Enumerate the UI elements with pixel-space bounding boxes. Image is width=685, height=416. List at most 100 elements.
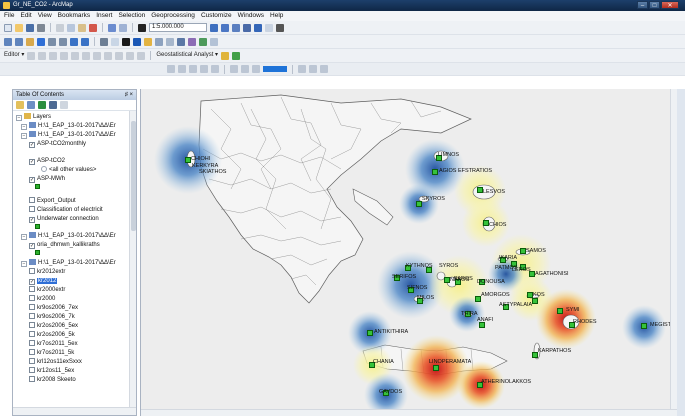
toc-vertical-scrollbar[interactable] <box>129 111 136 407</box>
find-route-icon[interactable] <box>188 37 196 46</box>
collapse-icon[interactable]: − <box>21 133 27 139</box>
menu-customize[interactable]: Customize <box>201 11 232 21</box>
copy-icon[interactable] <box>67 23 75 32</box>
menu-insert[interactable]: Insert <box>96 11 112 21</box>
editor-toolbar-icon[interactable] <box>210 23 218 32</box>
maximize-button[interactable]: □ <box>649 1 660 9</box>
layer-visibility-checkbox[interactable]: ✓ <box>29 142 35 148</box>
search-window-icon[interactable] <box>243 23 251 32</box>
layer-visibility-checkbox[interactable] <box>29 331 35 337</box>
layer-visibility-checkbox[interactable] <box>29 349 35 355</box>
toc-group-row[interactable]: − H:\1_EAP_13-01-2017\ΔΔ\Er <box>21 232 116 240</box>
attributes-icon[interactable] <box>115 51 124 60</box>
arctoolbox-icon[interactable] <box>254 23 262 32</box>
python-window-icon[interactable] <box>265 23 273 32</box>
layer-visibility-checkbox[interactable]: ✓ <box>29 159 35 165</box>
clear-selection-icon[interactable] <box>111 37 119 46</box>
list-by-source-icon[interactable] <box>27 101 35 109</box>
menu-selection[interactable]: Selection <box>118 11 145 21</box>
map-view[interactable]: CHIOHI KERKYRA SKIATHOS LIMNOS AGIOS EFSTRAT… <box>140 89 678 416</box>
geostatistical-analyst-menu[interactable]: Geostatistical Analyst ▾ <box>156 51 218 60</box>
toc-layer-row[interactable]: ✓ kr2012 <box>29 277 58 285</box>
toc-group-row[interactable]: − H:\1_EAP_13-01-2017\ΔΔ\Er <box>21 131 116 139</box>
marker-linoperamata[interactable] <box>433 365 439 371</box>
cut-polygons-icon[interactable] <box>82 51 91 60</box>
scroll-thumb[interactable] <box>131 121 136 231</box>
find-icon[interactable] <box>177 37 185 46</box>
list-by-selection-icon[interactable] <box>49 101 57 109</box>
hyperlink-icon[interactable] <box>144 37 152 46</box>
toc-layer-row[interactable]: ✓ ASP-MWh <box>29 175 65 183</box>
draw-text-icon[interactable] <box>241 65 249 73</box>
html-popup-icon[interactable] <box>155 37 163 46</box>
toc-layer-row[interactable]: Classification of electricit <box>29 206 103 214</box>
toc-layer-row[interactable]: Export_Output <box>29 197 76 205</box>
straight-segment-icon[interactable] <box>38 51 47 60</box>
layout-pan-icon[interactable] <box>189 65 197 73</box>
layer-visibility-checkbox[interactable]: ✓ <box>29 243 35 249</box>
menu-bookmarks[interactable]: Bookmarks <box>58 11 91 21</box>
layer-visibility-checkbox[interactable]: ✓ <box>29 177 35 183</box>
toc-group-row[interactable]: − H:\1_EAP_13-01-2017\ΔΔ\Er <box>21 259 116 267</box>
back-extent-icon[interactable] <box>70 37 78 46</box>
collapse-icon[interactable]: − <box>16 115 22 121</box>
marker-megisti[interactable] <box>641 323 647 329</box>
layer-visibility-checkbox[interactable] <box>29 286 35 292</box>
toc-options-icon[interactable] <box>60 101 68 109</box>
toc-horizontal-scrollbar[interactable] <box>13 407 136 415</box>
toc-layer-row[interactable]: krl12os11exSxxx <box>29 358 82 366</box>
geostatistical-layer-icon[interactable] <box>232 51 241 60</box>
menu-view[interactable]: View <box>38 11 52 21</box>
redo-icon[interactable] <box>119 23 127 32</box>
catalog-icon[interactable] <box>232 23 240 32</box>
rotate-icon[interactable] <box>104 51 113 60</box>
toc-layer-row[interactable]: kr7os2011_5ex <box>29 340 78 348</box>
reshape-icon[interactable] <box>71 51 80 60</box>
layer-visibility-checkbox[interactable] <box>29 313 35 319</box>
toc-layer-row[interactable]: kr2000extr <box>29 286 65 294</box>
menu-geoprocessing[interactable]: Geoprocessing <box>151 11 195 21</box>
menu-edit[interactable]: Edit <box>20 11 31 21</box>
zoom-in-icon[interactable] <box>4 37 12 46</box>
marker-kos2[interactable] <box>532 298 538 304</box>
layer-visibility-checkbox[interactable] <box>29 295 35 301</box>
map-canvas[interactable]: CHIOHI KERKYRA SKIATHOS LIMNOS AGIOS EFSTRAT… <box>141 89 671 409</box>
layer-visibility-checkbox[interactable]: ✓ <box>29 279 35 285</box>
pin-icon[interactable]: ♯ × <box>125 90 133 100</box>
go-to-xy-icon[interactable] <box>199 37 207 46</box>
save-icon[interactable] <box>26 23 34 32</box>
map-scale-input[interactable]: 1:5.000.000 <box>149 23 207 32</box>
geostatistical-wizard-icon[interactable] <box>221 51 230 60</box>
map-horizontal-scrollbar[interactable] <box>141 409 678 416</box>
layer-visibility-checkbox[interactable] <box>29 358 35 364</box>
zoom-out-icon[interactable] <box>15 37 23 46</box>
collapse-icon[interactable]: − <box>21 261 27 267</box>
toc-layer-row[interactable]: kr2008 Skeeto <box>29 376 76 384</box>
collapse-icon[interactable]: − <box>21 234 27 240</box>
table-of-contents-icon[interactable] <box>221 23 229 32</box>
create-features-icon[interactable] <box>137 51 146 60</box>
new-document-icon[interactable] <box>4 23 12 32</box>
toc-layer-row[interactable]: ✓ ASP-tCO2 <box>29 157 65 165</box>
toc-layer-row[interactable]: kr2012extr <box>29 268 65 276</box>
layer-visibility-checkbox[interactable] <box>29 322 35 328</box>
font-bold-icon[interactable] <box>298 65 306 73</box>
measure-icon[interactable] <box>166 37 174 46</box>
toc-layer-row[interactable]: kr2000 <box>29 295 55 303</box>
layer-visibility-checkbox[interactable] <box>29 206 35 212</box>
fill-color-swatch[interactable] <box>263 66 287 72</box>
toc-root-row[interactable]: − Layers <box>16 113 51 121</box>
marker-ag-efstratios[interactable] <box>432 169 438 175</box>
layer-visibility-checkbox[interactable] <box>29 376 35 382</box>
font-italic-icon[interactable] <box>309 65 317 73</box>
collapse-icon[interactable]: − <box>21 124 27 130</box>
toc-group-row[interactable]: − H:\1_EAP_13-01-2017\ΔΔ\Er <box>21 122 116 130</box>
modelbuilder-icon[interactable] <box>276 23 284 32</box>
delete-icon[interactable] <box>89 23 97 32</box>
side-dock-tabs[interactable] <box>677 89 685 416</box>
close-button[interactable]: ✕ <box>661 1 679 9</box>
layout-full-page-icon[interactable] <box>200 65 208 73</box>
toc-layer-row[interactable]: kr9os2006_7ex <box>29 304 78 312</box>
full-extent-icon[interactable] <box>37 37 45 46</box>
layout-zoom-in-icon[interactable] <box>167 65 175 73</box>
